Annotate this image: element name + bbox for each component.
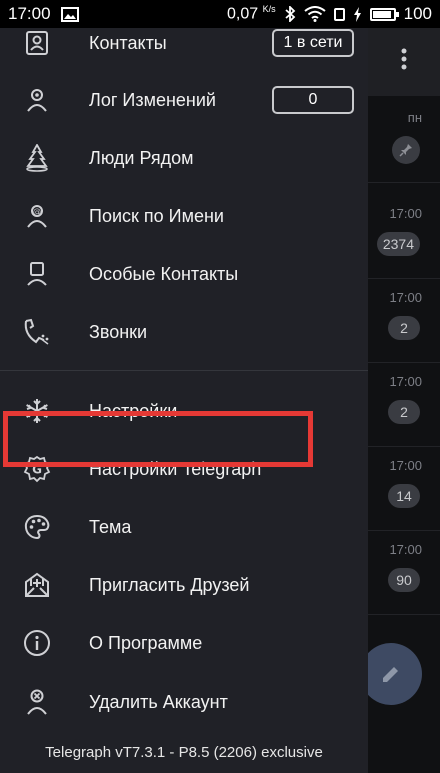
- special-contacts-icon: [22, 259, 52, 289]
- network-speed: 0,07 K/s: [227, 4, 276, 23]
- drawer-item-label: Удалить Аккаунт: [89, 691, 228, 712]
- drawer-item-label: Звонки: [89, 321, 148, 342]
- people-nearby-icon: [22, 143, 52, 173]
- drawer-divider: [0, 370, 368, 371]
- gallery-notification-icon: [60, 6, 79, 22]
- drawer-item-calls[interactable]: Звонки: [0, 303, 368, 361]
- calls-icon: [22, 317, 52, 347]
- wifi-icon: [304, 6, 326, 22]
- status-bar: 17:00 0,07 K/s 100: [0, 0, 440, 28]
- drawer-item-label: Особые Контакты: [89, 263, 239, 284]
- drawer-item-changelog[interactable]: Лог Изменений 0: [0, 71, 368, 129]
- app-version-footer: Telegraph vT7.3.1 - P8.5 (2206) exclusiv…: [45, 744, 323, 761]
- chat-row[interactable]: 17:00 90: [368, 528, 440, 615]
- more-options-icon[interactable]: [401, 48, 409, 70]
- palette-icon: [22, 512, 52, 542]
- drawer-item-delete-account[interactable]: Удалить Аккаунт: [0, 673, 368, 731]
- drawer-item-label: Пригласить Друзей: [89, 574, 250, 595]
- status-time: 17:00: [8, 4, 51, 23]
- drawer-item-invite-friends[interactable]: Пригласить Друзей: [0, 556, 368, 614]
- chat-row-time: пн: [407, 110, 422, 125]
- battery-icon: [369, 7, 399, 21]
- battery-percent: 100: [403, 4, 432, 23]
- drawer-item-special-contacts[interactable]: Особые Контакты: [0, 245, 368, 303]
- drawer-item-label: Поиск по Имени: [89, 205, 224, 226]
- pencil-icon: [380, 663, 402, 685]
- pin-icon: [392, 136, 420, 164]
- online-counter[interactable]: 1 в сети: [272, 29, 354, 57]
- unread-badge: 90: [388, 568, 420, 592]
- chat-row-time: 17:00: [389, 542, 422, 557]
- drawer-item-label: О Программе: [89, 632, 203, 653]
- invite-envelope-icon: [22, 570, 52, 600]
- delete-account-icon: [22, 687, 52, 717]
- unread-badge: 14: [388, 484, 420, 508]
- chat-list-toolbar: [368, 28, 440, 96]
- changelog-icon: [22, 85, 52, 115]
- changelog-counter[interactable]: 0: [272, 86, 354, 114]
- unread-badge: 2: [388, 400, 420, 424]
- compose-button[interactable]: [360, 643, 422, 705]
- chat-row[interactable]: 17:00 2374: [368, 192, 440, 279]
- highlight-box: [3, 411, 313, 467]
- drawer-item-label: Тема: [89, 516, 132, 537]
- unread-badge: 2374: [376, 232, 420, 256]
- svg-text:@: @: [33, 207, 41, 216]
- chat-row-time: 17:00: [389, 206, 422, 221]
- chat-row[interactable]: пн: [368, 96, 440, 183]
- chat-row[interactable]: 17:00 14: [368, 444, 440, 531]
- drawer-item-label: Контакты: [89, 32, 167, 53]
- navigation-drawer: Контакты 1 в сети Лог Изменений 0 Люди Р…: [0, 28, 368, 773]
- chat-row[interactable]: 17:00 2: [368, 276, 440, 363]
- sim-icon: [333, 7, 345, 21]
- drawer-item-about[interactable]: О Программе: [0, 614, 368, 672]
- drawer-item-theme[interactable]: Тема: [0, 498, 368, 556]
- chat-row[interactable]: 17:00 2: [368, 360, 440, 447]
- chat-row-time: 17:00: [389, 458, 422, 473]
- bluetooth-icon: [284, 6, 296, 22]
- chat-row-time: 17:00: [389, 374, 422, 389]
- contacts-icon: [22, 28, 52, 58]
- drawer-item-people-nearby[interactable]: Люди Рядом: [0, 129, 368, 187]
- chat-row-time: 17:00: [389, 290, 422, 305]
- charging-icon: [353, 6, 362, 22]
- drawer-item-label: Лог Изменений: [89, 89, 216, 110]
- unread-badge: 2: [388, 316, 420, 340]
- search-by-username-icon: @: [22, 201, 52, 231]
- drawer-item-search-by-username[interactable]: @ Поиск по Имени: [0, 187, 368, 245]
- drawer-item-label: Люди Рядом: [89, 147, 194, 168]
- info-icon: [22, 628, 52, 658]
